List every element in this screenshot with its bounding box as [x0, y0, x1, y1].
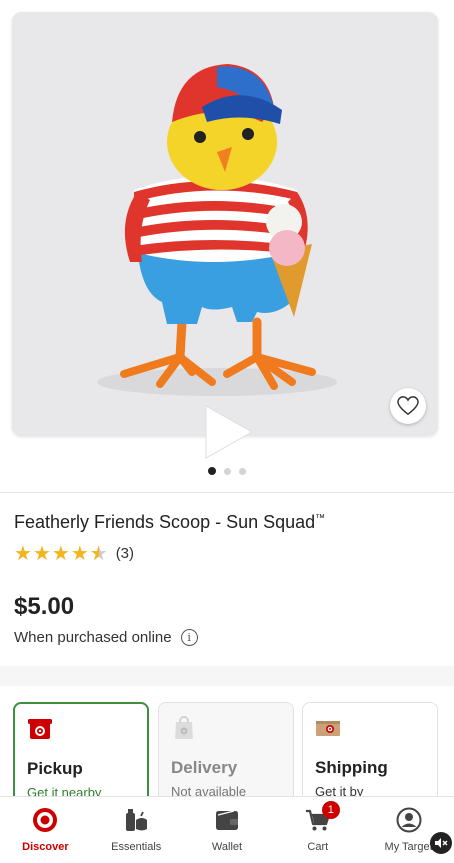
star-half-icon: ★ — [90, 543, 108, 563]
star-icon: ★ — [14, 541, 32, 565]
star-icon: ★ — [51, 541, 70, 565]
tab-label: Essentials — [111, 841, 162, 853]
section-separator — [0, 666, 454, 686]
tab-label: My Target — [384, 841, 433, 853]
product-image — [97, 64, 337, 396]
info-icon[interactable]: i — [180, 629, 198, 646]
fulfillment-card-delivery[interactable]: Delivery Not available — [158, 702, 294, 806]
rating-stars[interactable]: ★★★★★(3) — [14, 543, 134, 563]
tab-label: Cart — [307, 841, 329, 853]
tab-label: Wallet — [211, 841, 243, 853]
favorite-button[interactable] — [390, 388, 426, 424]
cart-count-badge: 1 — [321, 801, 340, 819]
fulfillment-card-shipping[interactable]: Shipping Get it by — [302, 702, 438, 806]
fulfillment-card-pickup[interactable]: Pickup Get it nearby — [13, 702, 149, 806]
delivery-bag-icon — [175, 716, 193, 739]
fulfillment-title: Pickup — [27, 759, 83, 778]
star-icon: ★ — [32, 541, 51, 565]
carousel-dot[interactable] — [224, 468, 231, 475]
fulfillment-title: Delivery — [171, 758, 238, 777]
heart-icon — [397, 396, 419, 416]
star-icon: ★ — [70, 541, 89, 565]
tab-cart[interactable]: 1 Cart — [272, 797, 363, 863]
fulfillment-title: Shipping — [315, 758, 388, 777]
rating-count[interactable]: (3) — [116, 545, 134, 562]
store-icon — [28, 719, 52, 739]
price-note-text: When purchased online — [14, 629, 172, 646]
account-icon — [396, 807, 422, 833]
play-video-icon[interactable] — [198, 402, 258, 462]
wallet-icon — [215, 810, 238, 830]
product-title: Featherly Friends Scoop - Sun Squad™ — [14, 512, 326, 532]
speaker-muted-icon — [435, 838, 448, 848]
tab-essentials[interactable]: Essentials — [91, 797, 182, 863]
carousel-dot[interactable] — [239, 468, 246, 475]
divider — [0, 492, 454, 493]
carousel-pagination — [0, 467, 454, 475]
tab-discover[interactable]: Discover — [0, 797, 91, 863]
carousel-dot[interactable] — [208, 467, 216, 475]
product-price: $5.00 — [14, 593, 75, 620]
product-image-carousel[interactable] — [12, 12, 438, 436]
tab-wallet[interactable]: Wallet — [182, 797, 273, 863]
tab-label: Discover — [22, 841, 69, 853]
bottom-tab-bar: Discover Essentials Wallet 1 Cart My Tar… — [0, 796, 454, 863]
essentials-icon — [126, 809, 148, 831]
price-note: When purchased online i — [14, 629, 198, 646]
target-logo-icon — [33, 808, 58, 832]
mute-icon[interactable] — [430, 832, 452, 854]
shipping-box-icon — [316, 721, 340, 736]
